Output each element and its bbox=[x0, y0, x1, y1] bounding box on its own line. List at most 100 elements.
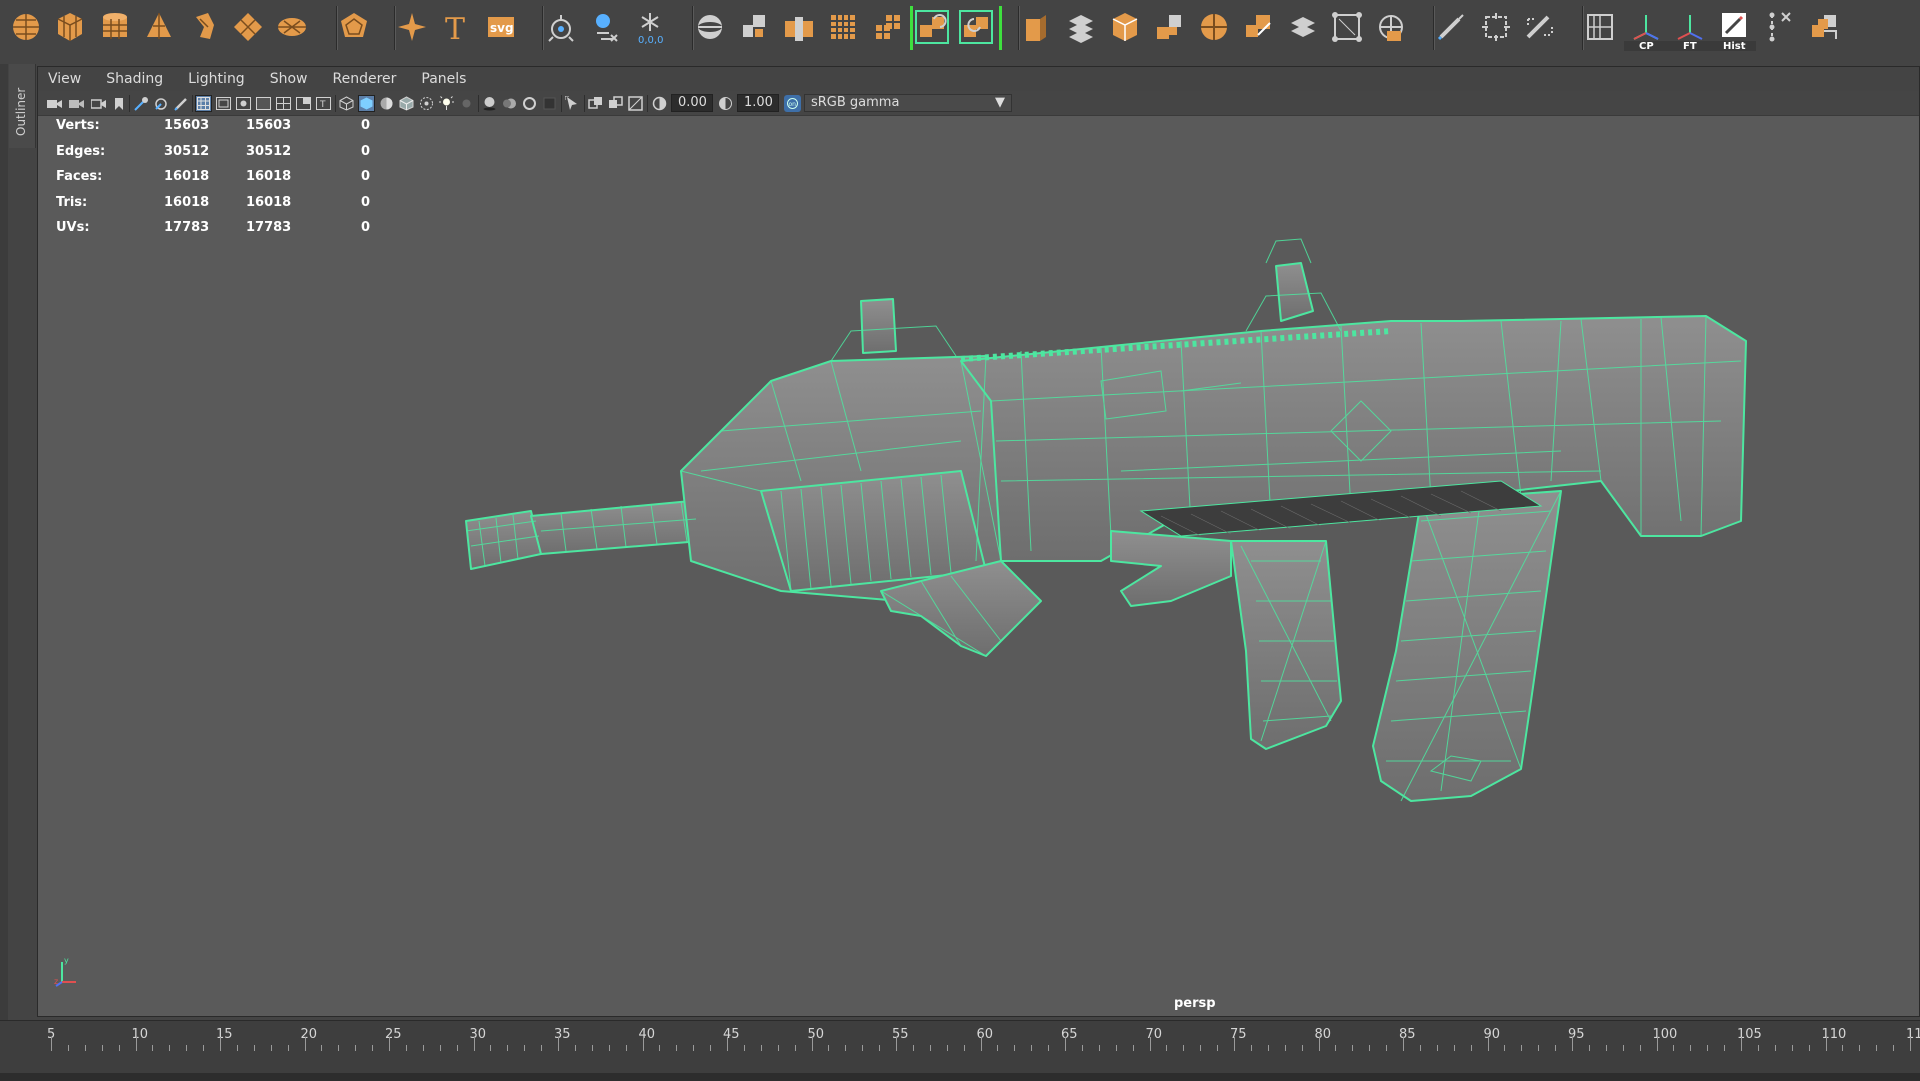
menu-lighting[interactable]: Lighting bbox=[188, 71, 245, 87]
append-polygon-icon[interactable] bbox=[1192, 6, 1236, 50]
gamma-icon[interactable] bbox=[717, 95, 734, 112]
wireframe-on-shaded-icon[interactable] bbox=[398, 95, 415, 112]
menu-panels[interactable]: Panels bbox=[421, 71, 466, 87]
screen-space-ao-icon[interactable] bbox=[481, 95, 498, 112]
menu-show[interactable]: Show bbox=[270, 71, 308, 87]
platonic-solid-icon[interactable] bbox=[332, 6, 376, 50]
xray-joints-icon[interactable] bbox=[587, 95, 604, 112]
timeline-minor-tick bbox=[1250, 1045, 1252, 1051]
field-chart-icon[interactable] bbox=[275, 95, 292, 112]
2d-pan-zoom-icon[interactable] bbox=[132, 95, 149, 112]
timeline-frame-label: 20 bbox=[300, 1027, 318, 1042]
sweep-mesh-icon[interactable] bbox=[390, 6, 434, 50]
film-gate-icon[interactable] bbox=[215, 95, 232, 112]
anti-aliasing-icon[interactable] bbox=[521, 95, 538, 112]
barrel bbox=[530, 500, 702, 555]
poly-cylinder-icon[interactable] bbox=[93, 6, 137, 50]
safe-action-icon[interactable] bbox=[295, 95, 312, 112]
make-live-icon[interactable] bbox=[539, 6, 583, 50]
timeline-minor-tick bbox=[321, 1045, 323, 1051]
timeline-frame-label: 65 bbox=[1061, 1027, 1078, 1042]
type-text-icon[interactable]: T bbox=[434, 6, 478, 50]
gamma-field[interactable]: 1.00 bbox=[737, 94, 779, 112]
move-to-origin-icon[interactable] bbox=[1802, 6, 1846, 50]
timeline-minor-tick bbox=[152, 1045, 154, 1051]
center-pivot-cp-icon[interactable]: CP bbox=[1624, 6, 1668, 51]
timeline-minor-tick bbox=[1014, 1045, 1016, 1051]
uv-editor-icon[interactable] bbox=[1578, 6, 1622, 50]
safe-title-icon[interactable]: T bbox=[315, 95, 332, 112]
separate-icon[interactable] bbox=[733, 6, 777, 50]
poly-sphere-icon[interactable] bbox=[4, 6, 48, 50]
crease-tool-icon[interactable] bbox=[1518, 6, 1562, 50]
extrude-icon[interactable] bbox=[1014, 6, 1058, 50]
isolate-select-icon[interactable] bbox=[564, 95, 581, 112]
combine-icon[interactable] bbox=[688, 6, 732, 50]
timeline-minor-tick bbox=[507, 1045, 509, 1051]
timeline-minor-tick bbox=[710, 1045, 712, 1051]
smooth-shade-icon[interactable] bbox=[358, 95, 375, 112]
poly-cone-icon[interactable] bbox=[137, 6, 181, 50]
timeline-minor-tick bbox=[912, 1045, 914, 1051]
mirror-icon[interactable] bbox=[777, 6, 821, 50]
bevel-edges-icon[interactable] bbox=[1325, 6, 1369, 50]
xray-icon[interactable] bbox=[418, 95, 435, 112]
resolution-gate-icon[interactable] bbox=[235, 95, 252, 112]
depth-of-field-icon[interactable] bbox=[541, 95, 558, 112]
smooth-icon[interactable] bbox=[821, 6, 865, 50]
time-slider[interactable]: 5 10 15 20 25 30 35 40 45 50 55 60 65 70 75 80 85 90 95 100… bbox=[0, 1020, 1920, 1081]
delete-history-icon[interactable]: Hist bbox=[1712, 6, 1756, 51]
menu-shading[interactable]: Shading bbox=[106, 71, 163, 87]
boolean-union-icon[interactable] bbox=[866, 6, 910, 50]
color-management-icon[interactable]: on bbox=[784, 95, 801, 112]
fill-hole-icon[interactable] bbox=[1147, 6, 1191, 50]
colorspace-dropdown[interactable]: sRGB gamma ▼ bbox=[804, 94, 1012, 112]
xray-active-icon[interactable] bbox=[607, 95, 624, 112]
timeline-frame-label: 70 bbox=[1145, 1027, 1163, 1042]
menu-renderer[interactable]: Renderer bbox=[332, 71, 396, 87]
lights-icon[interactable] bbox=[438, 95, 455, 112]
freeze-transform-ft-icon[interactable]: FT bbox=[1668, 6, 1712, 51]
outliner-tab-label: Outliner bbox=[14, 87, 28, 136]
bridge-icon[interactable] bbox=[1059, 6, 1103, 50]
poly-cube-icon[interactable] bbox=[48, 6, 92, 50]
poly-disc-icon[interactable] bbox=[270, 6, 314, 50]
exposure-icon[interactable] bbox=[651, 95, 668, 112]
timeline-frame-label: 95 bbox=[1568, 1027, 1585, 1042]
menu-view[interactable]: View bbox=[48, 71, 81, 87]
shadows-icon[interactable] bbox=[458, 95, 475, 112]
bookmarks-icon[interactable] bbox=[90, 95, 107, 112]
viewport-3d[interactable]: Verts: 15603 15603 0 Edges: 30512 30512 0 Faces:… bbox=[38, 116, 1919, 1016]
select-camera-icon[interactable] bbox=[46, 95, 63, 112]
svg-text:on: on bbox=[789, 101, 797, 108]
target-weld-icon[interactable] bbox=[1429, 6, 1473, 50]
default-material-icon[interactable] bbox=[378, 95, 395, 112]
backface-culling-icon[interactable] bbox=[627, 95, 644, 112]
multi-cut-icon[interactable] bbox=[1474, 6, 1518, 50]
grease-pencil-icon[interactable] bbox=[152, 95, 169, 112]
timeline-minor-tick bbox=[1352, 1045, 1354, 1051]
outliner-tab[interactable]: Outliner bbox=[9, 64, 36, 148]
timeline-minor-tick bbox=[203, 1045, 205, 1051]
exposure-field[interactable]: 0.00 bbox=[671, 94, 713, 112]
bevel-icon[interactable] bbox=[1103, 6, 1147, 50]
camera-attributes-icon[interactable] bbox=[68, 95, 85, 112]
magazine bbox=[1372, 490, 1562, 802]
image-plane-icon[interactable] bbox=[110, 95, 127, 112]
wedge-icon[interactable] bbox=[1281, 6, 1325, 50]
motion-blur-icon[interactable] bbox=[501, 95, 518, 112]
pencil-icon[interactable] bbox=[172, 95, 189, 112]
gate-mask-icon[interactable] bbox=[255, 95, 272, 112]
wireframe-icon[interactable] bbox=[338, 95, 355, 112]
poly-plane-icon[interactable] bbox=[226, 6, 270, 50]
center-pivot-icon[interactable] bbox=[583, 6, 627, 50]
insert-edge-loop-icon[interactable] bbox=[1369, 6, 1413, 50]
cleanup-icon[interactable] bbox=[1758, 6, 1802, 50]
timeline-minor-tick bbox=[1301, 1045, 1303, 1051]
poke-icon[interactable] bbox=[1236, 6, 1280, 50]
grid-icon[interactable] bbox=[195, 95, 212, 112]
timeline-minor-tick bbox=[1622, 1045, 1624, 1051]
poly-torus-icon[interactable] bbox=[182, 6, 226, 50]
svg-icon[interactable]: svg bbox=[479, 6, 523, 50]
freeze-transform-icon[interactable]: 0,0,0 bbox=[628, 6, 672, 50]
